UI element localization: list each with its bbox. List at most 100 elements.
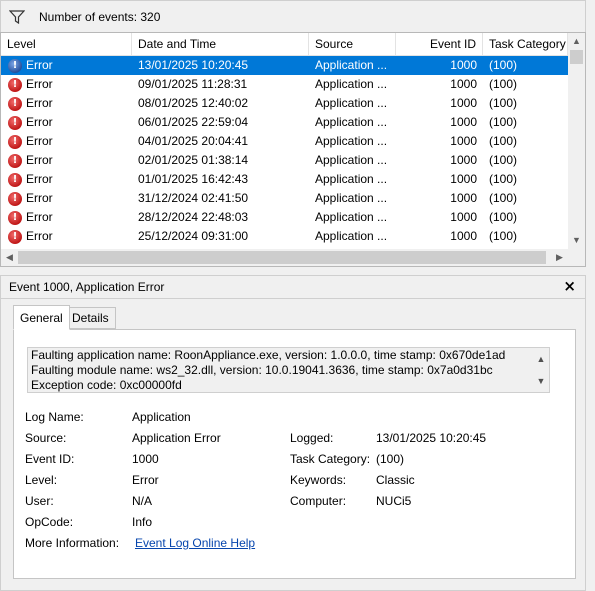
error-icon: ! <box>8 191 22 206</box>
tab-details[interactable]: Details <box>65 307 116 329</box>
scroll-right-icon[interactable]: ▶ <box>551 249 568 266</box>
level-cell: ! Error <box>1 113 132 132</box>
level-text: Error <box>26 134 53 148</box>
level-cell: ! Error <box>1 151 132 170</box>
task-category-value: (100) <box>376 452 405 466</box>
event-id-cell: 1000 <box>450 210 477 224</box>
event-id-cell: 1000 <box>450 172 477 186</box>
event-id-cell: 1000 <box>450 153 477 167</box>
scroll-up-icon[interactable]: ▲ <box>533 348 549 370</box>
task-category-cell: (100) <box>489 172 518 186</box>
source-cell: Application ... <box>315 77 388 91</box>
message-line: Faulting application name: RoonAppliance… <box>31 348 506 362</box>
level-text: Error <box>26 77 53 91</box>
close-icon[interactable]: × <box>563 277 576 295</box>
task-category-cell: (100) <box>489 96 518 110</box>
table-row[interactable]: ! Error 06/01/2025 22:59:04 Application ...… <box>1 113 568 132</box>
scroll-left-icon[interactable]: ◀ <box>1 249 18 266</box>
pane-splitter[interactable] <box>0 267 586 275</box>
event-id-cell: 1000 <box>450 58 477 72</box>
date-cell: 08/01/2025 12:40:02 <box>138 96 249 110</box>
error-icon: ! <box>8 96 22 111</box>
source-cell: Application ... <box>315 172 388 186</box>
table-row[interactable]: ! Error 09/01/2025 11:28:31 Application ...… <box>1 75 568 94</box>
date-cell: 09/01/2025 11:28:31 <box>138 77 248 91</box>
grid-header: Level Date and Time Source Event ID Task… <box>1 33 568 56</box>
table-row[interactable]: ! Error 08/01/2025 12:40:02 Application ...… <box>1 94 568 113</box>
table-row[interactable]: ! Error 13/01/2025 10:20:45 Application ...… <box>1 56 568 75</box>
general-tab-panel: Faulting application name: RoonAppliance… <box>13 329 576 579</box>
source-cell: Application ... <box>315 58 388 72</box>
event-detail-pane: Event 1000, Application Error × General … <box>0 275 586 591</box>
message-scrollbar[interactable]: ▲ ▼ <box>533 348 549 392</box>
table-row[interactable]: ! Error 25/12/2024 09:31:00 Application ...… <box>1 227 568 246</box>
source-cell: Application ... <box>315 153 388 167</box>
date-cell: 25/12/2024 09:31:00 <box>138 229 249 243</box>
task-category-label: Task Category: <box>290 452 371 466</box>
source-value: Application Error <box>132 431 221 445</box>
scrollbar-corner <box>568 249 585 266</box>
event-id-cell: 1000 <box>450 134 477 148</box>
date-cell: 28/12/2024 22:48:03 <box>138 210 249 224</box>
message-line: Faulting module name: ws2_32.dll, versio… <box>31 363 493 377</box>
task-category-cell: (100) <box>489 153 518 167</box>
tab-general[interactable]: General <box>13 305 70 330</box>
level-cell: ! Error <box>1 75 132 94</box>
grid-rows: ! Error 13/01/2025 10:20:45 Application ...… <box>1 56 568 246</box>
keywords-label: Keywords: <box>290 473 347 487</box>
task-category-cell: (100) <box>489 210 518 224</box>
logged-value: 13/01/2025 10:20:45 <box>376 431 487 445</box>
level-label: Level: <box>25 473 58 487</box>
error-icon: ! <box>8 58 22 73</box>
events-grid[interactable]: Level Date and Time Source Event ID Task… <box>0 32 586 267</box>
task-category-cell: (100) <box>489 229 518 243</box>
table-row[interactable]: ! Error 01/01/2025 16:42:43 Application ...… <box>1 170 568 189</box>
source-cell: Application ... <box>315 229 388 243</box>
scroll-up-icon[interactable]: ▲ <box>568 33 585 50</box>
column-header-task-category[interactable]: Task Category <box>483 33 568 56</box>
table-row[interactable]: ! Error 28/12/2024 22:48:03 Application ...… <box>1 208 568 227</box>
vertical-scrollbar[interactable]: ▲ ▼ <box>568 33 585 249</box>
source-cell: Application ... <box>315 191 388 205</box>
level-cell: ! Error <box>1 94 132 113</box>
date-cell: 13/01/2025 10:20:45 <box>138 58 249 72</box>
event-id-cell: 1000 <box>450 77 477 91</box>
event-id-cell: 1000 <box>450 229 477 243</box>
level-value: Error <box>132 473 159 487</box>
table-row[interactable]: ! Error 02/01/2025 01:38:14 Application ...… <box>1 151 568 170</box>
source-cell: Application ... <box>315 210 388 224</box>
detail-title: Event 1000, Application Error <box>9 280 165 294</box>
level-text: Error <box>26 153 53 167</box>
error-icon: ! <box>8 229 22 244</box>
date-cell: 01/01/2025 16:42:43 <box>138 172 249 186</box>
date-cell: 02/01/2025 01:38:14 <box>138 153 249 167</box>
horizontal-scrollbar[interactable]: ◀ ▶ <box>1 249 568 266</box>
scroll-down-icon[interactable]: ▼ <box>568 232 585 249</box>
keywords-value: Classic <box>376 473 415 487</box>
level-text: Error <box>26 96 53 110</box>
column-header-source[interactable]: Source <box>309 33 396 56</box>
vertical-scroll-thumb[interactable] <box>570 50 583 64</box>
date-cell: 31/12/2024 02:41:50 <box>138 191 249 205</box>
level-text: Error <box>26 191 53 205</box>
column-header-date[interactable]: Date and Time <box>132 33 309 56</box>
level-text: Error <box>26 58 53 72</box>
column-header-event-id[interactable]: Event ID <box>396 33 483 56</box>
scroll-down-icon[interactable]: ▼ <box>533 370 549 392</box>
filter-icon[interactable] <box>9 9 25 24</box>
table-row[interactable]: ! Error 31/12/2024 02:41:50 Application ...… <box>1 189 568 208</box>
event-log-online-help-link[interactable]: Event Log Online Help <box>135 536 255 550</box>
horizontal-scroll-thumb[interactable] <box>18 251 546 264</box>
level-cell: ! Error <box>1 189 132 208</box>
event-message-box[interactable]: Faulting application name: RoonAppliance… <box>27 347 550 393</box>
logged-label: Logged: <box>290 431 334 445</box>
table-row[interactable]: ! Error 04/01/2025 20:04:41 Application ...… <box>1 132 568 151</box>
level-cell: ! Error <box>1 132 132 151</box>
message-line: Exception code: 0xc00000fd <box>31 378 182 392</box>
event-id-cell: 1000 <box>450 191 477 205</box>
column-header-level[interactable]: Level <box>1 33 132 56</box>
event-id-cell: 1000 <box>450 96 477 110</box>
opcode-value: Info <box>132 515 153 529</box>
divider <box>1 298 585 299</box>
user-value: N/A <box>132 494 153 508</box>
